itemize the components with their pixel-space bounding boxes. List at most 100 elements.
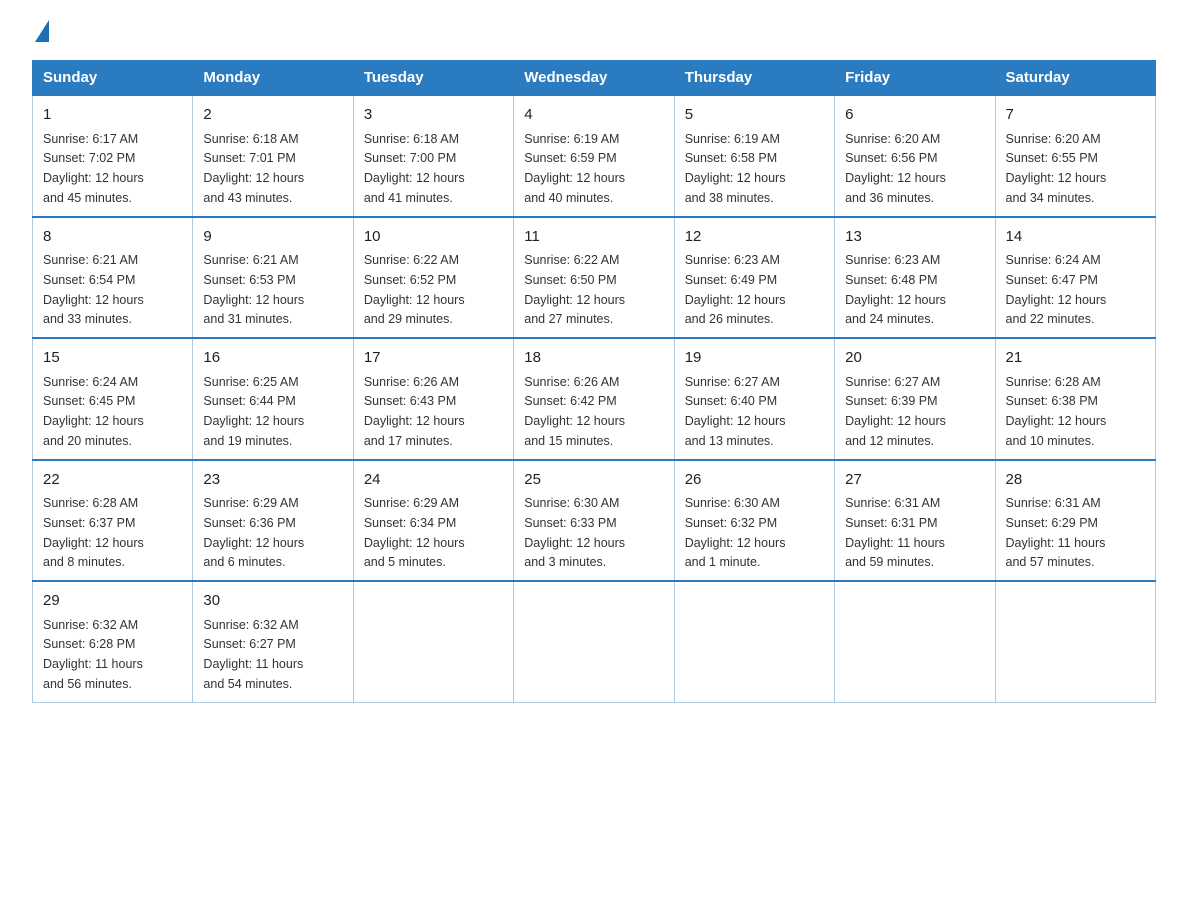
day-number: 22 xyxy=(43,469,182,492)
calendar-cell: 10 Sunrise: 6:22 AMSunset: 6:52 PMDayligh… xyxy=(353,217,513,339)
day-number: 26 xyxy=(685,469,824,492)
day-info: Sunrise: 6:29 AMSunset: 6:36 PMDaylight:… xyxy=(203,496,304,569)
calendar-cell: 6 Sunrise: 6:20 AMSunset: 6:56 PMDaylight… xyxy=(835,95,995,217)
day-number: 30 xyxy=(203,590,342,613)
calendar-cell: 20 Sunrise: 6:27 AMSunset: 6:39 PMDayligh… xyxy=(835,338,995,460)
day-info: Sunrise: 6:18 AMSunset: 7:01 PMDaylight:… xyxy=(203,132,304,205)
day-info: Sunrise: 6:27 AMSunset: 6:40 PMDaylight:… xyxy=(685,375,786,448)
logo xyxy=(32,24,49,42)
day-info: Sunrise: 6:19 AMSunset: 6:58 PMDaylight:… xyxy=(685,132,786,205)
calendar-cell: 7 Sunrise: 6:20 AMSunset: 6:55 PMDaylight… xyxy=(995,95,1155,217)
day-info: Sunrise: 6:17 AMSunset: 7:02 PMDaylight:… xyxy=(43,132,144,205)
day-info: Sunrise: 6:32 AMSunset: 6:27 PMDaylight:… xyxy=(203,618,303,691)
day-info: Sunrise: 6:31 AMSunset: 6:29 PMDaylight:… xyxy=(1006,496,1106,569)
day-info: Sunrise: 6:31 AMSunset: 6:31 PMDaylight:… xyxy=(845,496,945,569)
calendar-cell: 8 Sunrise: 6:21 AMSunset: 6:54 PMDaylight… xyxy=(33,217,193,339)
day-number: 9 xyxy=(203,226,342,249)
day-info: Sunrise: 6:21 AMSunset: 6:54 PMDaylight:… xyxy=(43,253,144,326)
calendar-cell xyxy=(514,581,674,702)
calendar-cell xyxy=(353,581,513,702)
calendar-cell: 16 Sunrise: 6:25 AMSunset: 6:44 PMDayligh… xyxy=(193,338,353,460)
day-number: 25 xyxy=(524,469,663,492)
day-info: Sunrise: 6:32 AMSunset: 6:28 PMDaylight:… xyxy=(43,618,143,691)
calendar-cell: 21 Sunrise: 6:28 AMSunset: 6:38 PMDayligh… xyxy=(995,338,1155,460)
column-header-tuesday: Tuesday xyxy=(353,61,513,96)
header-row: SundayMondayTuesdayWednesdayThursdayFrid… xyxy=(33,61,1156,96)
day-number: 13 xyxy=(845,226,984,249)
day-info: Sunrise: 6:29 AMSunset: 6:34 PMDaylight:… xyxy=(364,496,465,569)
day-number: 5 xyxy=(685,104,824,127)
calendar-cell: 2 Sunrise: 6:18 AMSunset: 7:01 PMDaylight… xyxy=(193,95,353,217)
day-info: Sunrise: 6:30 AMSunset: 6:33 PMDaylight:… xyxy=(524,496,625,569)
day-number: 2 xyxy=(203,104,342,127)
day-number: 8 xyxy=(43,226,182,249)
calendar-cell: 22 Sunrise: 6:28 AMSunset: 6:37 PMDayligh… xyxy=(33,460,193,582)
day-number: 7 xyxy=(1006,104,1145,127)
day-number: 3 xyxy=(364,104,503,127)
calendar-cell: 29 Sunrise: 6:32 AMSunset: 6:28 PMDayligh… xyxy=(33,581,193,702)
calendar-table: SundayMondayTuesdayWednesdayThursdayFrid… xyxy=(32,60,1156,703)
day-info: Sunrise: 6:26 AMSunset: 6:43 PMDaylight:… xyxy=(364,375,465,448)
calendar-cell: 24Sunrise: 6:29 AMSunset: 6:34 PMDayligh… xyxy=(353,460,513,582)
calendar-cell: 13 Sunrise: 6:23 AMSunset: 6:48 PMDayligh… xyxy=(835,217,995,339)
day-info: Sunrise: 6:19 AMSunset: 6:59 PMDaylight:… xyxy=(524,132,625,205)
day-number: 11 xyxy=(524,226,663,249)
day-number: 12 xyxy=(685,226,824,249)
day-info: Sunrise: 6:21 AMSunset: 6:53 PMDaylight:… xyxy=(203,253,304,326)
day-number: 4 xyxy=(524,104,663,127)
calendar-cell: 17 Sunrise: 6:26 AMSunset: 6:43 PMDayligh… xyxy=(353,338,513,460)
day-number: 23 xyxy=(203,469,342,492)
calendar-cell: 18 Sunrise: 6:26 AMSunset: 6:42 PMDayligh… xyxy=(514,338,674,460)
day-number: 20 xyxy=(845,347,984,370)
calendar-cell: 3 Sunrise: 6:18 AMSunset: 7:00 PMDaylight… xyxy=(353,95,513,217)
calendar-cell: 1 Sunrise: 6:17 AMSunset: 7:02 PMDaylight… xyxy=(33,95,193,217)
column-header-sunday: Sunday xyxy=(33,61,193,96)
day-info: Sunrise: 6:23 AMSunset: 6:48 PMDaylight:… xyxy=(845,253,946,326)
day-number: 17 xyxy=(364,347,503,370)
calendar-cell: 19 Sunrise: 6:27 AMSunset: 6:40 PMDayligh… xyxy=(674,338,834,460)
day-number: 15 xyxy=(43,347,182,370)
header xyxy=(32,24,1156,42)
calendar-cell: 4 Sunrise: 6:19 AMSunset: 6:59 PMDaylight… xyxy=(514,95,674,217)
week-row-4: 22 Sunrise: 6:28 AMSunset: 6:37 PMDayligh… xyxy=(33,460,1156,582)
day-info: Sunrise: 6:20 AMSunset: 6:56 PMDaylight:… xyxy=(845,132,946,205)
day-info: Sunrise: 6:24 AMSunset: 6:47 PMDaylight:… xyxy=(1006,253,1107,326)
column-header-friday: Friday xyxy=(835,61,995,96)
day-info: Sunrise: 6:27 AMSunset: 6:39 PMDaylight:… xyxy=(845,375,946,448)
calendar-cell xyxy=(674,581,834,702)
day-number: 19 xyxy=(685,347,824,370)
calendar-cell xyxy=(995,581,1155,702)
calendar-cell: 26 Sunrise: 6:30 AMSunset: 6:32 PMDayligh… xyxy=(674,460,834,582)
day-number: 29 xyxy=(43,590,182,613)
day-info: Sunrise: 6:24 AMSunset: 6:45 PMDaylight:… xyxy=(43,375,144,448)
calendar-cell: 30 Sunrise: 6:32 AMSunset: 6:27 PMDayligh… xyxy=(193,581,353,702)
day-info: Sunrise: 6:20 AMSunset: 6:55 PMDaylight:… xyxy=(1006,132,1107,205)
day-number: 10 xyxy=(364,226,503,249)
week-row-2: 8 Sunrise: 6:21 AMSunset: 6:54 PMDaylight… xyxy=(33,217,1156,339)
day-number: 27 xyxy=(845,469,984,492)
day-info: Sunrise: 6:25 AMSunset: 6:44 PMDaylight:… xyxy=(203,375,304,448)
day-number: 6 xyxy=(845,104,984,127)
calendar-cell: 14 Sunrise: 6:24 AMSunset: 6:47 PMDayligh… xyxy=(995,217,1155,339)
day-info: Sunrise: 6:28 AMSunset: 6:38 PMDaylight:… xyxy=(1006,375,1107,448)
column-header-saturday: Saturday xyxy=(995,61,1155,96)
day-number: 1 xyxy=(43,104,182,127)
calendar-cell: 15 Sunrise: 6:24 AMSunset: 6:45 PMDayligh… xyxy=(33,338,193,460)
day-number: 18 xyxy=(524,347,663,370)
day-number: 16 xyxy=(203,347,342,370)
calendar-cell xyxy=(835,581,995,702)
day-info: Sunrise: 6:28 AMSunset: 6:37 PMDaylight:… xyxy=(43,496,144,569)
column-header-monday: Monday xyxy=(193,61,353,96)
day-number: 14 xyxy=(1006,226,1145,249)
day-info: Sunrise: 6:22 AMSunset: 6:52 PMDaylight:… xyxy=(364,253,465,326)
column-header-thursday: Thursday xyxy=(674,61,834,96)
calendar-cell: 9 Sunrise: 6:21 AMSunset: 6:53 PMDaylight… xyxy=(193,217,353,339)
calendar-cell: 23 Sunrise: 6:29 AMSunset: 6:36 PMDayligh… xyxy=(193,460,353,582)
day-info: Sunrise: 6:26 AMSunset: 6:42 PMDaylight:… xyxy=(524,375,625,448)
day-info: Sunrise: 6:22 AMSunset: 6:50 PMDaylight:… xyxy=(524,253,625,326)
calendar-cell: 27 Sunrise: 6:31 AMSunset: 6:31 PMDayligh… xyxy=(835,460,995,582)
day-number: 21 xyxy=(1006,347,1145,370)
calendar-cell: 28Sunrise: 6:31 AMSunset: 6:29 PMDayligh… xyxy=(995,460,1155,582)
day-info: Sunrise: 6:30 AMSunset: 6:32 PMDaylight:… xyxy=(685,496,786,569)
day-info: Sunrise: 6:18 AMSunset: 7:00 PMDaylight:… xyxy=(364,132,465,205)
